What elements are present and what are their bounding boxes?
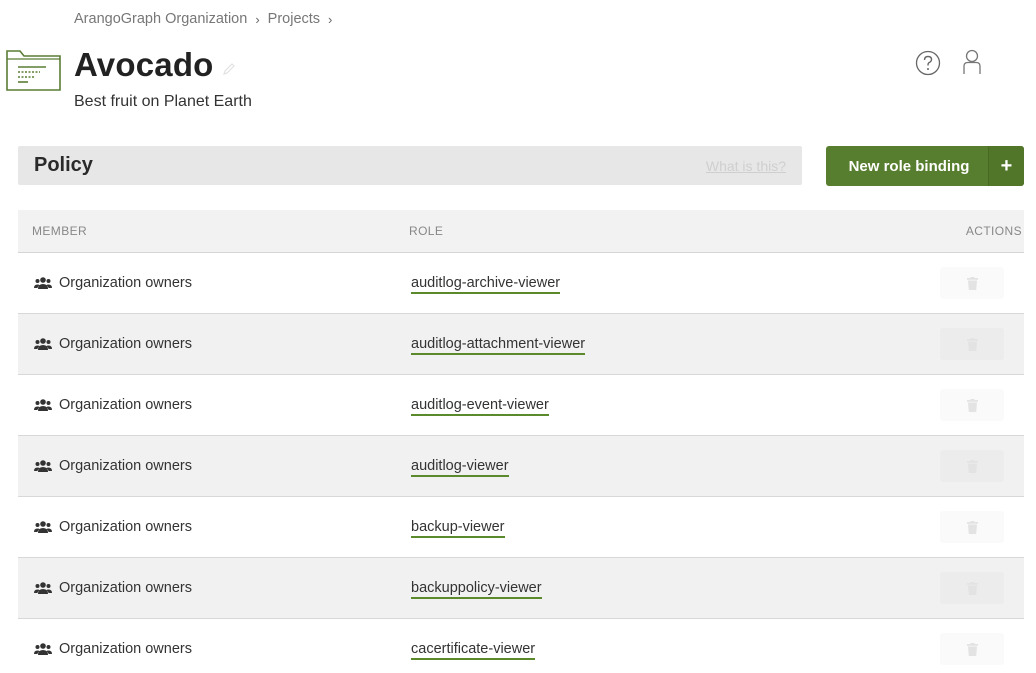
column-header-member: MEMBER [32, 224, 88, 238]
page-subtitle: Best fruit on Planet Earth [74, 93, 252, 110]
breadcrumb-projects[interactable]: Projects [268, 11, 320, 27]
breadcrumb: ArangoGraph Organization › Projects › [74, 11, 340, 27]
member-name: Organization owners [59, 275, 192, 291]
what-is-this-link[interactable]: What is this? [706, 158, 786, 174]
chevron-right-icon: › [255, 11, 260, 27]
role-link[interactable]: cacertificate-viewer [411, 641, 536, 660]
user-icon[interactable] [959, 48, 985, 76]
group-icon [34, 338, 52, 350]
table-row: Organization owners auditlog-viewer [18, 436, 1024, 497]
group-icon [34, 399, 52, 411]
delete-button[interactable] [940, 267, 1004, 299]
member-cell: Organization owners [34, 397, 192, 413]
trash-icon [966, 459, 978, 473]
table-row: Organization owners backuppolicy-viewer [18, 558, 1024, 619]
folder-icon [6, 50, 61, 91]
trash-icon [966, 642, 978, 656]
page-title: Avocado [74, 46, 214, 83]
delete-button[interactable] [940, 633, 1004, 665]
plus-icon: + [988, 146, 1024, 186]
table-row: Organization owners auditlog-archive-vie… [18, 253, 1024, 314]
pencil-icon[interactable] [222, 62, 236, 76]
trash-icon [966, 398, 978, 412]
delete-button[interactable] [940, 450, 1004, 482]
role-link[interactable]: auditlog-viewer [411, 458, 509, 477]
trash-icon [966, 337, 978, 351]
trash-icon [966, 276, 978, 290]
member-name: Organization owners [59, 336, 192, 352]
table-row: Organization owners backup-viewer [18, 497, 1024, 558]
role-link[interactable]: backup-viewer [411, 519, 505, 538]
breadcrumb-organization[interactable]: ArangoGraph Organization [74, 11, 247, 27]
new-role-binding-label: New role binding [848, 157, 970, 175]
group-icon [34, 277, 52, 289]
table-row: Organization owners auditlog-event-viewe… [18, 375, 1024, 436]
delete-button[interactable] [940, 572, 1004, 604]
role-bindings-table: MEMBER ROLE ACTIONS Organization owners … [18, 210, 1024, 673]
member-name: Organization owners [59, 458, 192, 474]
column-header-role: ROLE [409, 224, 444, 238]
role-link[interactable]: auditlog-archive-viewer [411, 275, 561, 294]
member-cell: Organization owners [34, 519, 192, 535]
delete-button[interactable] [940, 511, 1004, 543]
table-row: Organization owners cacertificate-viewer [18, 619, 1024, 673]
member-cell: Organization owners [34, 275, 192, 291]
member-name: Organization owners [59, 580, 192, 596]
delete-button[interactable] [940, 328, 1004, 360]
chevron-right-icon: › [328, 11, 333, 27]
member-name: Organization owners [59, 641, 192, 657]
table-body: Organization owners auditlog-archive-vie… [18, 253, 1024, 673]
column-header-actions: ACTIONS [965, 224, 1022, 238]
trash-icon [966, 520, 978, 534]
policy-title: Policy [34, 154, 93, 176]
new-role-binding-button[interactable]: New role binding + [826, 146, 1024, 186]
member-cell: Organization owners [34, 641, 192, 657]
group-icon [34, 521, 52, 533]
group-icon [34, 582, 52, 594]
member-name: Organization owners [59, 519, 192, 535]
member-name: Organization owners [59, 397, 192, 413]
table-row: Organization owners auditlog-attachment-… [18, 314, 1024, 375]
policy-header: Policy What is this? [18, 146, 802, 185]
help-icon[interactable] [915, 50, 941, 76]
trash-icon [966, 581, 978, 595]
delete-button[interactable] [940, 389, 1004, 421]
role-link[interactable]: auditlog-event-viewer [411, 397, 549, 416]
group-icon [34, 460, 52, 472]
member-cell: Organization owners [34, 458, 192, 474]
role-link[interactable]: auditlog-attachment-viewer [411, 336, 586, 355]
member-cell: Organization owners [34, 336, 192, 352]
group-icon [34, 643, 52, 655]
role-link[interactable]: backuppolicy-viewer [411, 580, 542, 599]
member-cell: Organization owners [34, 580, 192, 596]
table-header: MEMBER ROLE ACTIONS [18, 210, 1024, 253]
